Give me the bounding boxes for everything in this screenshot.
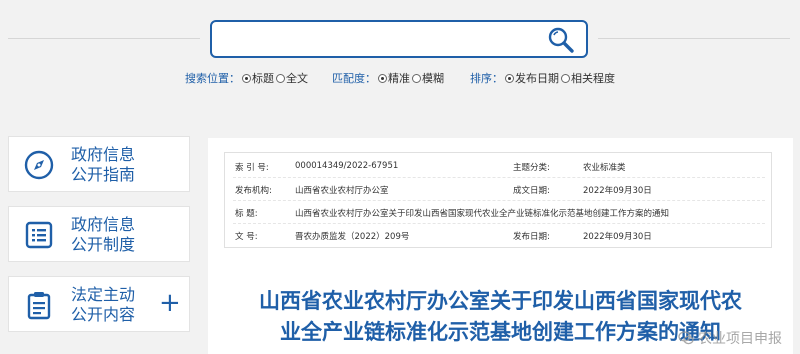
sidebar-item-guide[interactable]: 政府信息 公开指南 <box>8 136 190 192</box>
match-fuzzy-radio[interactable]: 模糊 <box>412 70 444 86</box>
sidebar-item-label: 政府信息 公开指南 <box>71 145 136 184</box>
sort-group: 排序： 发布日期 相关程度 <box>470 70 617 86</box>
sort-label: 排序： <box>470 72 503 85</box>
scope-title-radio[interactable]: 标题 <box>242 70 274 86</box>
scope-fulltext-radio[interactable]: 全文 <box>276 70 308 86</box>
sidebar-item-content[interactable]: 法定主动 公开内容 + <box>8 276 190 332</box>
match-label: 匹配度： <box>332 72 376 85</box>
divider-left <box>8 38 200 39</box>
divider-right <box>598 38 790 39</box>
search-scope-label: 搜索位置： <box>185 72 240 85</box>
created-date: 2022年09月30日 <box>583 186 652 196</box>
expand-icon[interactable]: + <box>159 285 181 321</box>
sidebar-item-label: 政府信息 公开制度 <box>71 215 136 254</box>
search-options: 搜索位置： 标题 全文 匹配度： 精准 模糊 排序： 发布日期 相关程度 <box>0 70 800 86</box>
watermark: 农业项目申报 <box>678 328 782 348</box>
search-scope-group: 搜索位置： 标题 全文 <box>185 70 310 86</box>
article-panel: 索 引 号: 000014349/2022-67951 主题分类: 农业标准类 … <box>208 138 793 354</box>
search-box <box>210 20 588 58</box>
search-button[interactable] <box>546 26 576 54</box>
wechat-icon <box>678 331 694 345</box>
compass-icon <box>24 150 54 180</box>
list-document-icon <box>25 221 53 249</box>
search-input[interactable] <box>220 28 540 50</box>
published-date: 2022年09月30日 <box>583 232 652 242</box>
clipboard-icon <box>27 292 51 320</box>
index-number: 000014349/2022-67951 <box>295 161 399 171</box>
doc-title-value: 山西省农业农村厅办公室关于印发山西省国家现代农业全产业链标准化示范基地创建工作方… <box>295 209 670 219</box>
search-icon <box>548 27 574 53</box>
match-group: 匹配度： 精准 模糊 <box>332 70 446 86</box>
publisher-value: 山西省农业农村厅办公室 <box>295 186 389 196</box>
doc-number: 晋农办质监发（2022）209号 <box>295 232 410 242</box>
metadata-table: 索 引 号: 000014349/2022-67951 主题分类: 农业标准类 … <box>224 152 772 248</box>
sidebar-item-system[interactable]: 政府信息 公开制度 <box>8 206 190 262</box>
category-value: 农业标准类 <box>583 163 626 173</box>
sidebar-item-label: 法定主动 公开内容 <box>71 285 136 324</box>
sort-relevance-radio[interactable]: 相关程度 <box>561 70 615 86</box>
match-exact-radio[interactable]: 精准 <box>378 70 410 86</box>
sort-date-radio[interactable]: 发布日期 <box>505 70 559 86</box>
